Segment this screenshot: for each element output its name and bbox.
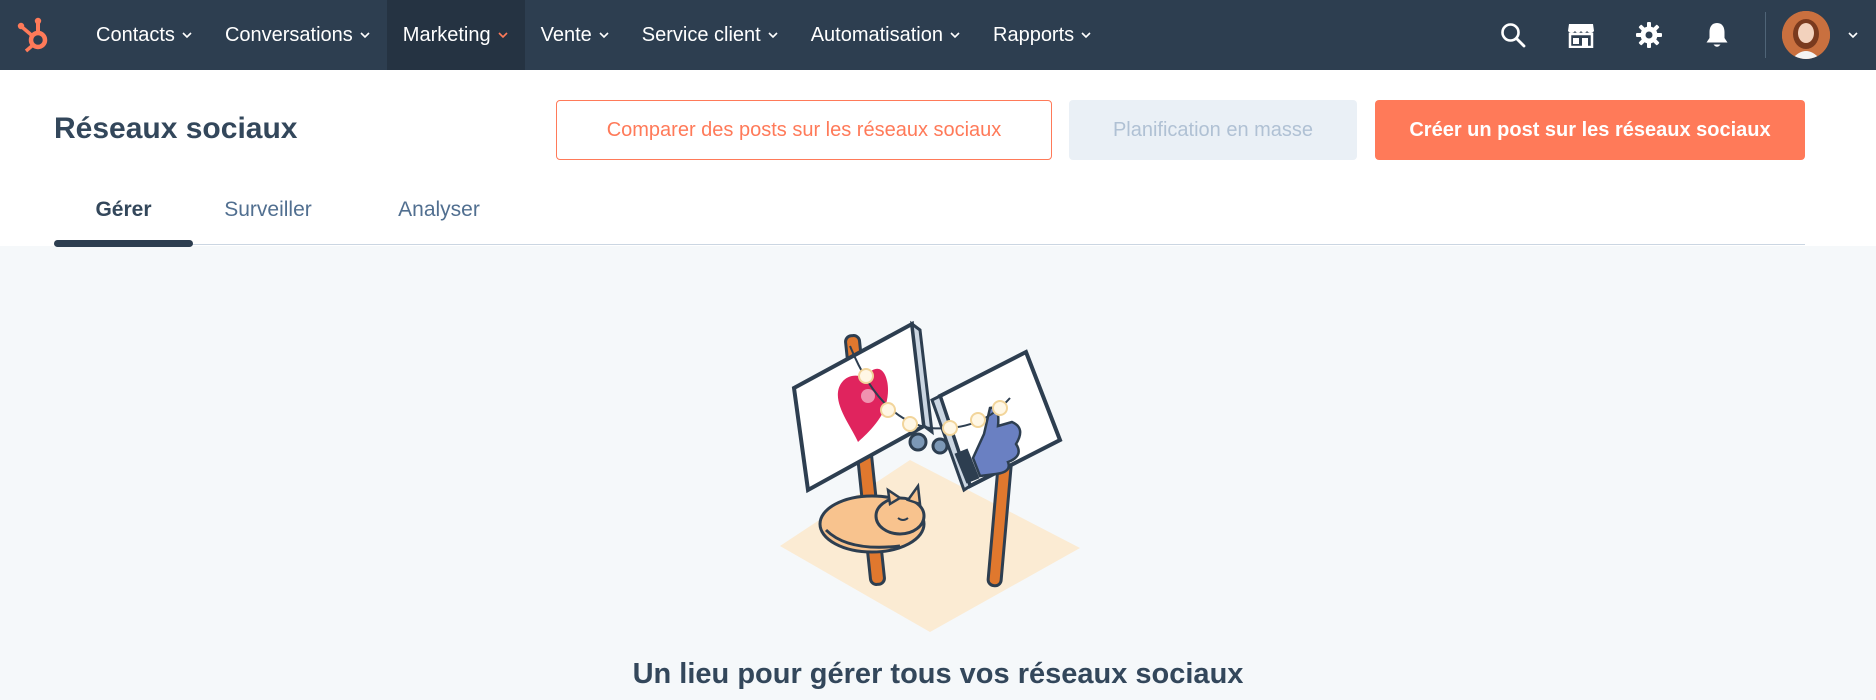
hubspot-logo-icon[interactable] bbox=[10, 10, 58, 58]
marketplace-button[interactable] bbox=[1547, 0, 1615, 70]
nav-item-vente[interactable]: Vente bbox=[525, 0, 626, 70]
tab-analyser[interactable]: Analyser bbox=[379, 188, 499, 244]
settings-button[interactable] bbox=[1615, 0, 1683, 70]
gear-icon bbox=[1636, 22, 1662, 48]
nav-item-label: Vente bbox=[540, 23, 592, 46]
account-menu-toggle[interactable] bbox=[1830, 0, 1876, 70]
top-navigation: Contacts Conversations Marketing Vente S… bbox=[0, 0, 1876, 70]
chevron-down-icon bbox=[768, 32, 778, 39]
nav-item-label: Conversations bbox=[224, 23, 353, 46]
nav-item-rapports[interactable]: Rapports bbox=[977, 0, 1108, 70]
tab-gerer[interactable]: Gérer bbox=[54, 188, 193, 244]
bell-icon bbox=[1706, 23, 1728, 47]
chevron-down-icon bbox=[182, 32, 192, 39]
nav-item-service-client[interactable]: Service client bbox=[626, 0, 795, 70]
social-signs-illustration bbox=[780, 320, 1080, 632]
nav-item-contacts[interactable]: Contacts bbox=[80, 0, 209, 70]
nav-item-marketing[interactable]: Marketing bbox=[386, 0, 525, 70]
chevron-down-icon bbox=[360, 32, 370, 39]
marketplace-icon bbox=[1568, 24, 1594, 48]
main-menu: Contacts Conversations Marketing Vente S… bbox=[80, 0, 1108, 70]
chevron-down-icon bbox=[1081, 32, 1091, 39]
nav-item-label: Rapports bbox=[993, 23, 1075, 46]
search-button[interactable] bbox=[1479, 0, 1547, 70]
tabs-divider bbox=[54, 244, 1805, 245]
notifications-button[interactable] bbox=[1683, 0, 1751, 70]
page-title: Réseaux sociaux bbox=[54, 112, 298, 145]
chevron-down-icon bbox=[498, 32, 508, 39]
search-icon bbox=[1501, 23, 1526, 48]
nav-divider bbox=[1765, 12, 1766, 58]
nav-utilities bbox=[1479, 0, 1876, 70]
user-avatar-image bbox=[1782, 11, 1830, 59]
nav-item-label: Contacts bbox=[96, 23, 175, 46]
chevron-down-icon bbox=[1848, 32, 1858, 39]
create-post-button[interactable]: Créer un post sur les réseaux sociaux bbox=[1375, 100, 1805, 160]
bulk-schedule-button[interactable]: Planification en masse bbox=[1069, 100, 1357, 160]
avatar[interactable] bbox=[1782, 11, 1830, 59]
nav-item-label: Automatisation bbox=[810, 23, 943, 46]
nav-item-automatisation[interactable]: Automatisation bbox=[795, 0, 977, 70]
page-header: Réseaux sociaux Comparer des posts sur l… bbox=[0, 70, 1876, 247]
compare-posts-button[interactable]: Comparer des posts sur les réseaux socia… bbox=[556, 100, 1052, 160]
chevron-down-icon bbox=[950, 32, 960, 39]
active-tab-indicator bbox=[54, 240, 193, 247]
nav-item-label: Service client bbox=[641, 23, 761, 46]
chevron-down-icon bbox=[599, 32, 609, 39]
nav-item-conversations[interactable]: Conversations bbox=[209, 0, 387, 70]
empty-state-heading: Un lieu pour gérer tous vos réseaux soci… bbox=[632, 658, 1244, 690]
tab-surveiller[interactable]: Surveiller bbox=[204, 188, 332, 244]
ground-shadow bbox=[780, 460, 1080, 632]
nav-item-label: Marketing bbox=[402, 23, 491, 46]
